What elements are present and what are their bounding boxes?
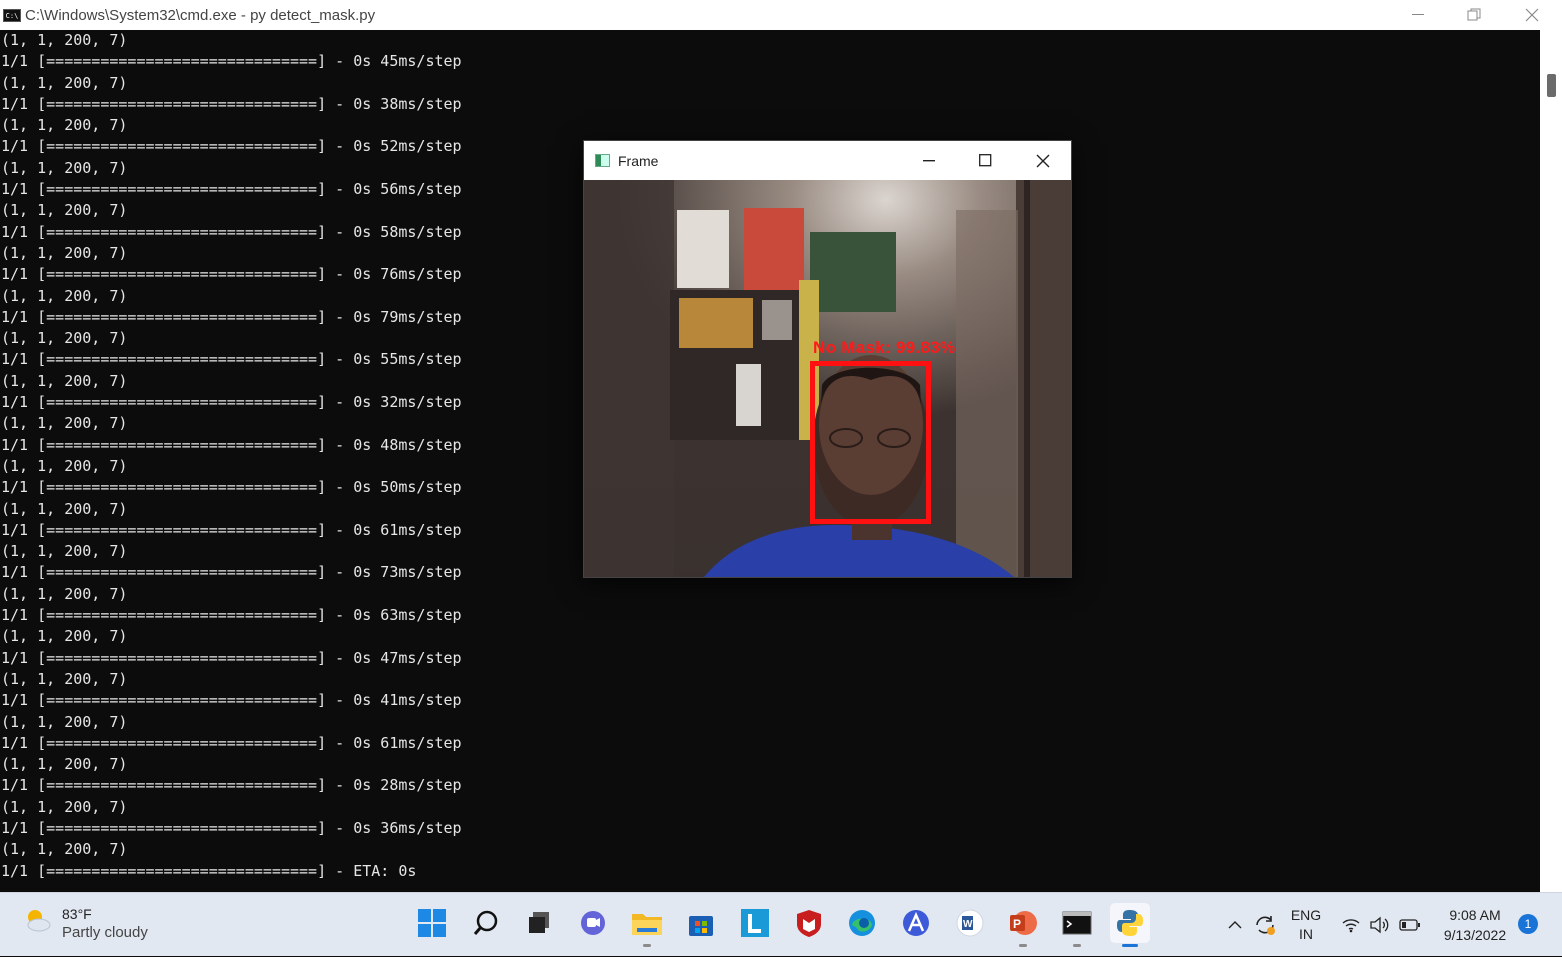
console-line: (1, 1, 200, 7): [1, 840, 128, 859]
teams-chat-button[interactable]: [573, 903, 613, 943]
console-line: (1, 1, 200, 7): [1, 755, 128, 774]
console-line: 1/1 [==============================] - 0…: [1, 691, 462, 710]
word-app-button[interactable]: W: [950, 903, 990, 943]
console-line: (1, 1, 200, 7): [1, 73, 128, 92]
close-button[interactable]: [1504, 0, 1560, 30]
show-hidden-icons-button[interactable]: [1222, 893, 1248, 957]
console-line: 1/1 [==============================] - 0…: [1, 94, 462, 113]
cmd-icon: [1062, 911, 1092, 935]
language-code: ENG: [1290, 907, 1322, 923]
microsoft-store-button[interactable]: [681, 903, 721, 943]
arc-app-button[interactable]: [896, 903, 936, 943]
clock-time: 9:08 AM: [1449, 907, 1501, 923]
powerpoint-button[interactable]: P: [1003, 903, 1043, 947]
webcam-feed: No Mask: 99.83%: [584, 180, 1071, 577]
minimize-icon: [923, 159, 935, 161]
edge-button[interactable]: [842, 903, 882, 943]
python-icon: [1117, 910, 1143, 936]
wifi-button[interactable]: [1338, 893, 1364, 957]
language-indicator[interactable]: ENG IN: [1288, 906, 1324, 944]
clock-date: 9/13/2022: [1443, 927, 1507, 943]
console-line: (1, 1, 200, 7): [1, 116, 128, 135]
folder-icon: [632, 914, 662, 935]
console-line: (1, 1, 200, 7): [1, 31, 128, 49]
edge-icon: [849, 910, 875, 936]
console-line: (1, 1, 200, 7): [1, 797, 128, 816]
svg-text:W: W: [963, 919, 973, 930]
frame-app-icon: [595, 154, 610, 167]
restore-button[interactable]: [1446, 0, 1502, 30]
console-line: 1/1 [==============================] - 0…: [1, 733, 462, 752]
volume-icon: [1370, 916, 1389, 934]
battery-icon: [1399, 919, 1420, 931]
scrollbar-thumb[interactable]: [1547, 74, 1556, 97]
weather-condition: Partly cloudy: [62, 924, 148, 941]
minimize-button[interactable]: [1390, 0, 1446, 30]
console-line: 1/1 [==============================] - E…: [1, 861, 417, 880]
console-line: (1, 1, 200, 7): [1, 712, 128, 731]
close-icon: [1036, 154, 1050, 167]
frame-maximize-button[interactable]: [960, 141, 1010, 180]
sync-status-button[interactable]: [1250, 893, 1280, 957]
search-button[interactable]: [466, 903, 506, 943]
volume-button[interactable]: [1366, 893, 1394, 957]
powerpoint-icon: P: [1010, 911, 1037, 935]
cmd-app-icon: C:\: [3, 8, 21, 22]
weather-widget[interactable]: 83°F Partly cloudy: [22, 905, 148, 943]
cmd-titlebar[interactable]: C:\ C:\Windows\System32\cmd.exe - py det…: [0, 0, 1562, 30]
python-button[interactable]: [1110, 903, 1150, 947]
console-line: (1, 1, 200, 7): [1, 627, 128, 646]
region-code: IN: [1299, 926, 1313, 942]
frame-title: Frame: [618, 152, 659, 169]
console-line: 1/1 [==============================] - 0…: [1, 818, 462, 837]
taskbar-clock[interactable]: 9:08 AM 9/13/2022: [1430, 905, 1520, 945]
detection-label: No Mask: 99.83%: [813, 338, 956, 357]
console-line: (1, 1, 200, 7): [1, 584, 128, 603]
console-line: (1, 1, 200, 7): [1, 669, 128, 688]
windows-start-icon: [418, 909, 446, 937]
mcafee-shield-icon: [797, 910, 821, 937]
frame-minimize-button[interactable]: [904, 141, 954, 180]
weather-temperature: 83°F: [62, 906, 92, 922]
notification-badge[interactable]: 1: [1518, 914, 1538, 934]
search-icon: [473, 910, 498, 935]
battery-button[interactable]: [1396, 893, 1424, 957]
console-line: 1/1 [==============================] - 0…: [1, 648, 462, 667]
mcafee-button[interactable]: [789, 903, 829, 943]
console-line: 1/1 [==============================] - 0…: [1, 52, 462, 71]
maximize-icon: [978, 154, 991, 167]
word-icon: W: [956, 909, 984, 937]
l-app-button[interactable]: [735, 903, 775, 943]
terminal-button[interactable]: [1057, 903, 1097, 947]
console-line: 1/1 [==============================] - 0…: [1, 776, 462, 795]
console-scrollbar[interactable]: [1540, 30, 1562, 892]
task-view-icon: [529, 912, 549, 933]
svg-text:P: P: [1013, 917, 1021, 931]
restore-icon: [1467, 8, 1481, 21]
start-button[interactable]: [412, 903, 452, 943]
task-view-button[interactable]: [519, 903, 559, 943]
minimize-icon: [1412, 14, 1424, 15]
store-icon: [689, 916, 713, 936]
arc-app-icon: [903, 910, 929, 936]
wifi-icon: [1342, 919, 1360, 933]
teams-chat-icon: [581, 911, 605, 935]
window-title: C:\Windows\System32\cmd.exe - py detect_…: [25, 6, 376, 24]
file-explorer-button[interactable]: [627, 903, 667, 947]
console-line: 1/1 [==============================] - 0…: [1, 606, 462, 625]
frame-titlebar[interactable]: Frame: [584, 141, 1071, 180]
detection-bounding-box: [810, 361, 931, 524]
sync-icon: [1256, 916, 1275, 935]
chevron-up-icon: [1228, 921, 1242, 929]
partly-cloudy-icon: [22, 905, 52, 935]
l-app-icon: [741, 909, 769, 937]
taskbar: 83°F Partly cloudy W P ENG IN 9:08 AM 9/…: [0, 892, 1562, 956]
close-icon: [1525, 8, 1539, 22]
frame-window[interactable]: Frame No Mask: 99.83%: [583, 140, 1072, 578]
frame-close-button[interactable]: [1018, 141, 1068, 180]
